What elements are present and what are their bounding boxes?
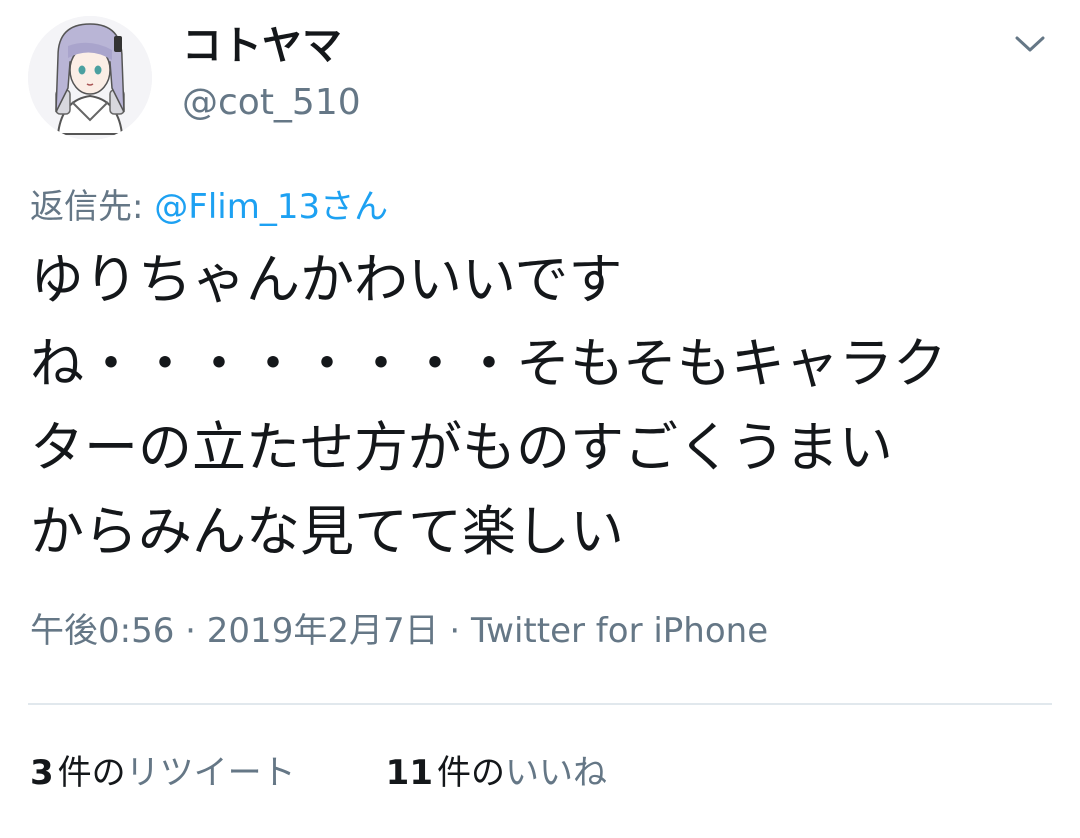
- avatar[interactable]: [28, 16, 152, 140]
- tweet-menu-button[interactable]: [1010, 26, 1050, 62]
- likes-label: いいね: [505, 753, 607, 793]
- retweets-unit: 件の: [57, 753, 126, 793]
- meta-separator: ·: [174, 611, 207, 651]
- likes-count: 11: [385, 753, 433, 793]
- mention-handle: @Flim_13: [154, 187, 321, 227]
- tweet-text-line: からみんな見てて楽しい: [30, 500, 624, 563]
- tweet-text-line: ゆりちゃんかわいいです: [30, 248, 623, 311]
- tweet-source-link[interactable]: Twitter for iPhone: [471, 611, 768, 651]
- likes-unit: 件の: [437, 753, 505, 793]
- tweet-metadata: 午後0:56 · 2019年2月7日 · Twitter for iPhone: [30, 608, 768, 654]
- reply-prefix: 返信先:: [30, 187, 155, 227]
- tweet-text: ゆりちゃんかわいいです ね・・・・・・・・そもそもキャラク ターの立たせ方がもの…: [30, 238, 1050, 574]
- mention-suffix: さん: [320, 187, 389, 227]
- anime-girl-avatar-icon: [28, 16, 152, 140]
- divider: [28, 703, 1052, 705]
- display-name[interactable]: コトヤマ: [182, 20, 342, 72]
- likes-count-link[interactable]: 11 件のいいね: [386, 750, 607, 796]
- reply-context: 返信先: @Flim_13さん: [30, 184, 388, 230]
- tweet-text-line: ね・・・・・・・・そもそもキャラク: [30, 332, 947, 395]
- reply-mention-link[interactable]: @Flim_13さん: [154, 187, 388, 227]
- chevron-down-icon: [1015, 36, 1045, 52]
- retweets-count-link[interactable]: 3 件のリツイート: [30, 750, 296, 796]
- tweet-text-line: ターの立たせ方がものすごくうまい: [30, 416, 893, 479]
- tweet-stats: 3 件のリツイート 11 件のいいね: [30, 750, 607, 796]
- meta-separator: ·: [438, 611, 472, 651]
- retweets-count: 3: [30, 753, 54, 793]
- tweet-date[interactable]: 2019年2月7日: [207, 611, 439, 651]
- retweets-label: リツイート: [125, 753, 296, 793]
- tweet-time[interactable]: 午後0:56: [30, 611, 174, 651]
- user-handle[interactable]: @cot_510: [182, 80, 361, 126]
